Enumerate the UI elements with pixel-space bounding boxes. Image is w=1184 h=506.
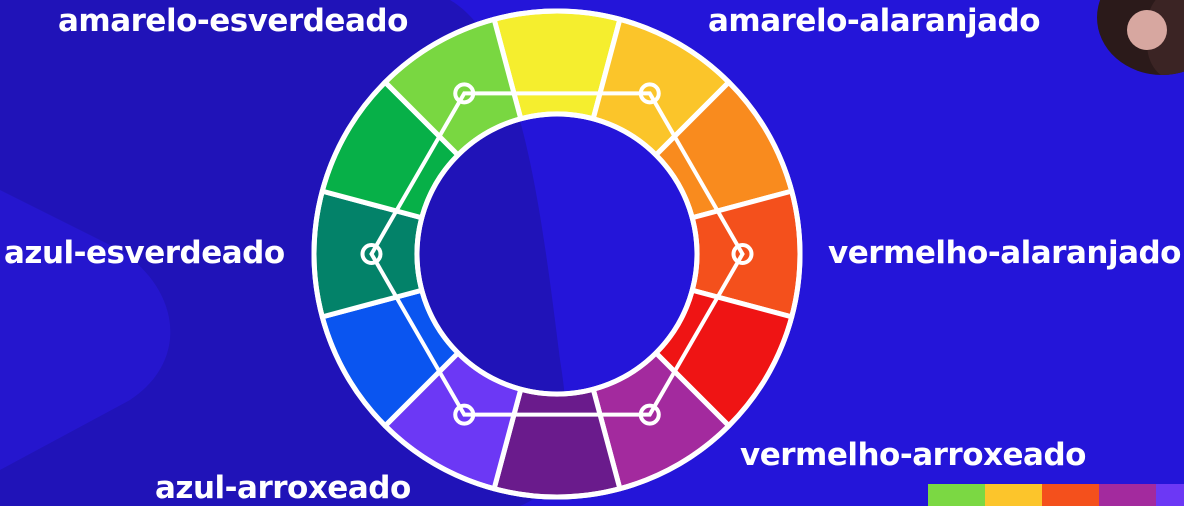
- color-strip-swatch: [1099, 484, 1156, 506]
- label-blue-green: azul-esverdeado: [4, 235, 285, 271]
- label-red-orange: vermelho-alaranjado: [828, 235, 1181, 271]
- wheel-inner-ring: [414, 111, 700, 397]
- label-blue-purple: azul-arroxeado: [155, 470, 411, 506]
- color-strip-swatch: [1156, 484, 1184, 506]
- color-strip: [928, 484, 1184, 506]
- color-strip-swatch: [1042, 484, 1099, 506]
- color-strip-swatch: [985, 484, 1042, 506]
- label-yellow-green: amarelo-esverdeado: [58, 3, 408, 39]
- avatar-face: [1127, 10, 1167, 50]
- wheel-segments: [311, 8, 803, 500]
- label-red-purple: vermelho-arroxeado: [740, 437, 1086, 473]
- color-strip-swatch: [928, 484, 985, 506]
- label-yellow-orange: amarelo-alaranjado: [708, 3, 1041, 39]
